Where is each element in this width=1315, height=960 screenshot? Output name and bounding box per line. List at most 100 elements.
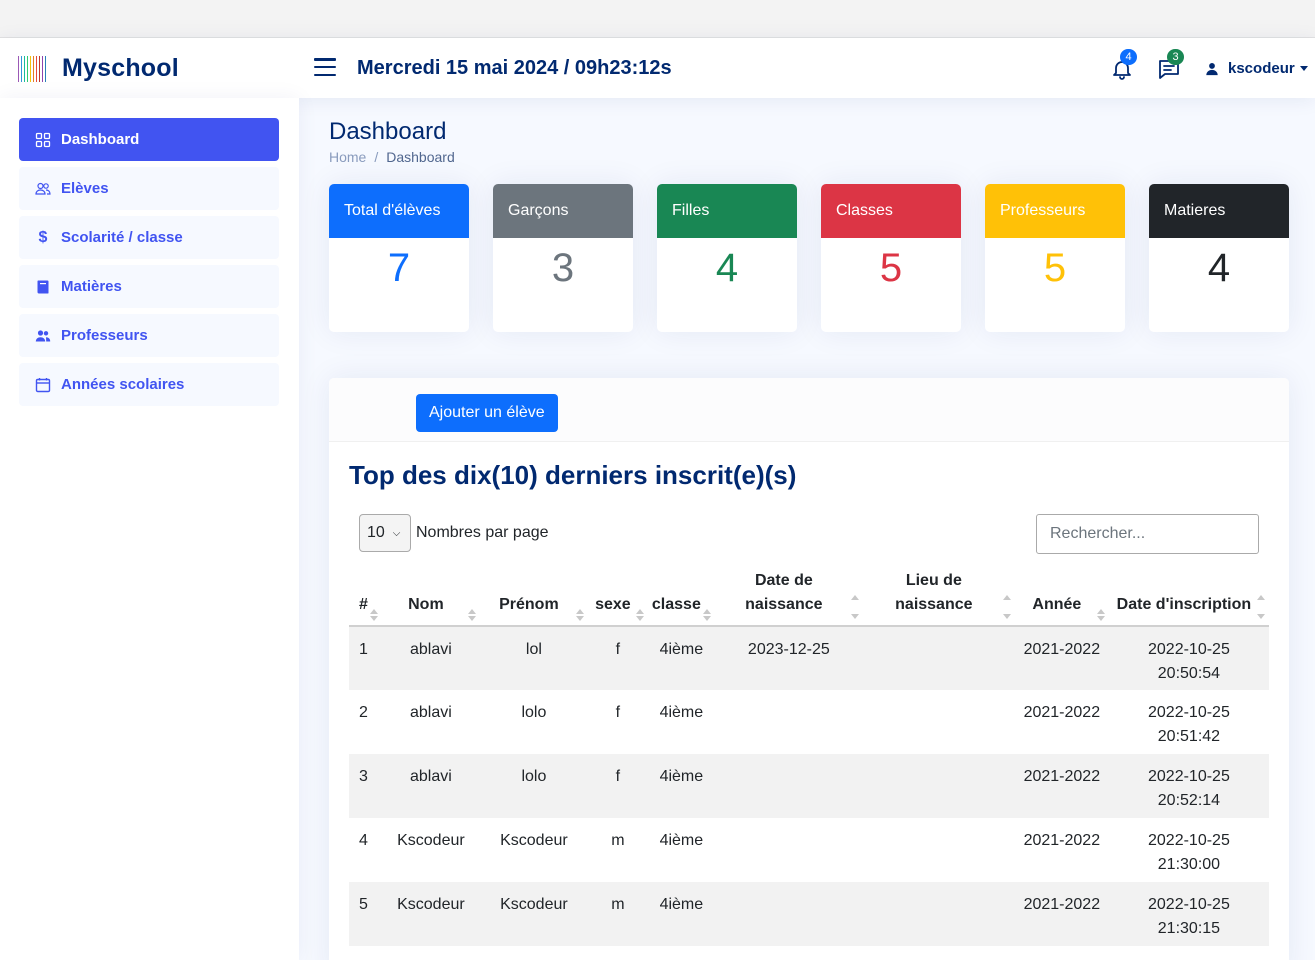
table-cell: Kscodeur [397, 832, 465, 849]
stat-card-value: 5 [1043, 246, 1067, 290]
table-cell: 2021-2022 [1023, 896, 1101, 913]
table-cell: m [611, 896, 625, 913]
column-header[interactable]: # [349, 564, 382, 627]
people-icon [35, 181, 51, 197]
stat-card-label: Total d'élèves [329, 184, 469, 238]
table-cell: ablavi [410, 704, 452, 721]
students-panel: Ajouter un élève Top des dix(10) dernier… [329, 378, 1289, 960]
column-header[interactable]: classe [647, 564, 715, 627]
panel-title: Top des dix(10) derniers inscrit(e)(s) [349, 460, 797, 490]
table-cell: m [611, 832, 625, 849]
top-header: Myschool Mercredi 15 mai 2024 / 09h23:12… [0, 38, 1315, 98]
per-page-value: 10 [367, 524, 385, 541]
breadcrumb-separator: / [374, 149, 379, 165]
table-cell: 2022-10-25 21:30:15 [1148, 896, 1230, 937]
table-header-row: # Nom Prénom sexe classe Date de naissan… [349, 564, 1269, 627]
sort-icon [850, 595, 859, 619]
column-header[interactable]: Date d'inscription [1108, 564, 1269, 627]
table-cell: 2023-12-25 [747, 641, 830, 658]
sidebar-item-label: Matières [61, 278, 122, 295]
table-row[interactable]: 5 Kscodeur Kscodeur m 4ième 2021-2022 2022-10-… [349, 882, 1269, 946]
sort-icon [702, 609, 711, 621]
sidebar-item-scolarite[interactable]: $ Scolarité / classe [19, 216, 279, 259]
table-cell: lol [525, 641, 542, 658]
grid-icon [35, 132, 51, 148]
table-cell: 2022-10-25 20:52:14 [1148, 768, 1230, 809]
students-table: # Nom Prénom sexe classe Date de naissan… [349, 564, 1269, 946]
book-icon [35, 279, 51, 295]
add-student-button[interactable]: Ajouter un élève [416, 394, 558, 432]
per-page-select[interactable]: 10 ⌵ [359, 514, 411, 552]
column-header[interactable]: sexe [587, 564, 648, 627]
breadcrumb-home[interactable]: Home [329, 149, 366, 165]
table-cell: lolo [521, 704, 547, 721]
sort-icon [467, 609, 476, 621]
table-cell: 5 [359, 896, 368, 913]
table-cell: 2022-10-25 20:50:54 [1148, 641, 1230, 682]
table-cell: 4 [359, 832, 368, 849]
table-cell [715, 690, 863, 754]
column-header[interactable]: Prénom [479, 564, 588, 627]
table-row[interactable]: 2 ablavi lolo f 4ième 2021-2022 2022-10-25 20:… [349, 690, 1269, 754]
logo-bar [30, 55, 31, 82]
stat-card-value: 5 [879, 246, 903, 290]
table-cell [863, 754, 1015, 818]
person-icon [1206, 62, 1218, 75]
page-title: Dashboard [329, 118, 447, 145]
browser-top-strip [0, 0, 1315, 38]
search-input[interactable] [1036, 514, 1259, 554]
logo-bar [42, 55, 43, 82]
stat-card-total-eleves: Total d'élèves 7 [329, 184, 469, 332]
column-header[interactable]: Date de naissance [714, 564, 863, 627]
table-cell: Kscodeur [500, 896, 568, 913]
stat-card-label: Classes [821, 184, 961, 238]
sort-icon [575, 609, 584, 621]
logo-bar [24, 55, 25, 82]
menu-toggle-icon[interactable] [314, 58, 336, 76]
logo-bar [45, 55, 46, 82]
sidebar-item-dashboard[interactable]: Dashboard [19, 118, 279, 161]
logo-bars-icon [18, 55, 46, 82]
column-header[interactable]: Année [1014, 564, 1109, 627]
app-name: Myschool [62, 54, 179, 82]
sidebar-item-annees-scolaires[interactable]: Années scolaires [19, 363, 279, 406]
sidebar-item-professeurs[interactable]: Professeurs [19, 314, 279, 357]
chevron-down-icon [1299, 66, 1308, 71]
table-cell: Kscodeur [397, 896, 465, 913]
column-header[interactable]: Lieu de naissance [862, 564, 1015, 627]
table-cell: 4ième [659, 641, 704, 658]
stat-card-value: 4 [715, 246, 739, 290]
app-logo[interactable]: Myschool [18, 54, 179, 83]
sidebar-item-eleves[interactable]: Elèves [19, 167, 279, 210]
stat-card-label: Garçons [493, 184, 633, 238]
table-row[interactable]: 4 Kscodeur Kscodeur m 4ième 2021-2022 2022-10-… [349, 818, 1269, 882]
sidebar: Dashboard Elèves $ Scolarité / classe Ma… [0, 98, 299, 960]
breadcrumb: Home / Dashboard [329, 149, 455, 165]
sidebar-item-matieres[interactable]: Matières [19, 265, 279, 308]
sidebar-item-label: Dashboard [61, 131, 140, 148]
messages-button[interactable]: 3 [1157, 49, 1184, 83]
table-cell [715, 818, 863, 882]
table-cell [863, 626, 1015, 690]
chevron-down-icon: ⌵ [392, 527, 401, 539]
table-cell: f [615, 768, 621, 785]
table-cell: lolo [521, 768, 547, 785]
table-cell [863, 882, 1015, 946]
table-row[interactable]: 3 ablavi lolo f 4ième 2021-2022 2022-10-25 20:… [349, 754, 1269, 818]
column-header[interactable]: Nom [381, 564, 480, 627]
logo-bar [36, 55, 37, 82]
table-cell: 2022-10-25 21:30:00 [1148, 832, 1230, 873]
table-cell: 2021-2022 [1023, 768, 1101, 785]
calendar-icon [35, 377, 51, 393]
sidebar-item-label: Années scolaires [61, 376, 185, 393]
per-page-control: 10 ⌵ Nombres par page [359, 514, 549, 552]
table-cell: 4ième [659, 896, 704, 913]
stat-card-value: 4 [1207, 246, 1231, 290]
people-fill-icon [35, 328, 51, 344]
sidebar-item-label: Professeurs [61, 327, 148, 344]
notifications-button[interactable]: 4 [1110, 49, 1137, 83]
table-cell: 4ième [659, 704, 704, 721]
logo-bar [21, 55, 22, 82]
user-menu[interactable]: kscodeur [1205, 60, 1308, 77]
table-row[interactable]: 1 ablavi lol f 4ième 2023-12-25 2021-2022 2022-… [349, 626, 1269, 690]
